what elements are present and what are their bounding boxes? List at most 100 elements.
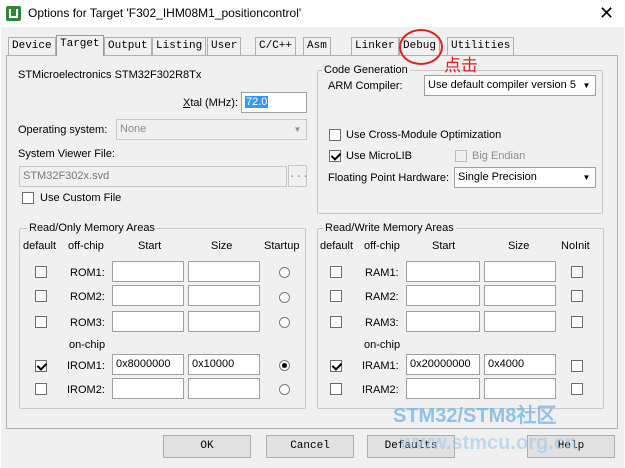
fp-hardware-label: Floating Point Hardware: [328,172,450,184]
rw-header-noinit: NoInit [561,240,590,252]
fp-hardware-select[interactable]: Single Precision ▼ [454,167,596,188]
tab-asm[interactable]: Asm [303,37,331,55]
ram1-label: RAM1: [365,267,399,279]
cross-module-checkbox[interactable] [329,129,341,141]
irom1-startup-radio[interactable] [279,360,290,371]
os-select[interactable]: None ▼ [116,119,307,140]
cross-module-label: Use Cross-Module Optimization [346,129,502,141]
annotation-label: 点击 [444,56,478,75]
cancel-button[interactable]: Cancel [266,435,354,458]
rom3-label: ROM3: [70,317,105,329]
ram2-label: RAM2: [365,291,399,303]
chevron-down-icon: ▼ [293,125,302,134]
ro-header-start: Start [138,240,162,252]
rw-header-offchip: off-chip [364,240,400,252]
iram2-default-checkbox[interactable] [330,383,342,395]
tab-c-cpp[interactable]: C/C++ [255,37,297,55]
tab-device[interactable]: Device [8,37,56,55]
window-title: Options for Target 'F302_IHM08M1_positio… [28,6,302,20]
ram3-label: RAM3: [365,317,399,329]
rom1-size-input[interactable] [188,261,260,282]
iram2-size-input[interactable] [484,378,556,399]
rw-header-start: Start [432,240,456,252]
microlib-label: Use MicroLIB [346,150,413,162]
ram3-start-input[interactable] [406,311,480,332]
irom1-default-checkbox[interactable] [35,360,47,372]
ram2-default-checkbox[interactable] [330,290,342,302]
tab-linker[interactable]: Linker [351,37,399,55]
iram2-start-input[interactable] [406,378,480,399]
watermark-url: www.stmcu.org.cn [400,432,578,454]
chevron-down-icon: ▼ [582,173,591,182]
irom2-label: IROM2: [67,384,105,396]
rom2-startup-radio[interactable] [279,292,290,303]
xtal-label: Xtal (MHz): [183,97,239,109]
big-endian-checkbox[interactable] [455,150,467,162]
rom1-default-checkbox[interactable] [35,266,47,278]
irom2-size-input[interactable] [188,378,260,399]
rom1-startup-radio[interactable] [279,267,290,278]
iram2-noinit-checkbox[interactable] [571,383,583,395]
ram1-start-input[interactable] [406,261,480,282]
ok-button[interactable]: OK [163,435,251,458]
rom2-default-checkbox[interactable] [35,290,47,302]
svd-input[interactable]: STM32F302x.svd [19,166,287,187]
ram3-default-checkbox[interactable] [330,316,342,328]
ram2-size-input[interactable] [484,285,556,306]
irom2-startup-radio[interactable] [279,384,290,395]
rom1-label: ROM1: [70,267,105,279]
rom2-label: ROM2: [70,291,105,303]
big-endian-label: Big Endian [472,150,526,162]
tab-output[interactable]: Output [104,37,152,55]
watermark: STM32/STM8社区 [393,405,557,427]
ram1-default-checkbox[interactable] [330,266,342,278]
iram1-start-input[interactable]: 0x20000000 [406,354,480,375]
svd-browse-button[interactable]: ... [288,165,309,187]
ro-memory-title: Read/Only Memory Areas [27,222,157,234]
tab-target[interactable]: Target [56,35,104,56]
irom1-size-input[interactable]: 0x10000 [188,354,260,375]
custom-file-checkbox[interactable] [22,192,34,204]
ram1-noinit-checkbox[interactable] [571,266,583,278]
code-generation-title: Code Generation [322,64,410,76]
ram3-noinit-checkbox[interactable] [571,316,583,328]
arm-compiler-select[interactable]: Use default compiler version 5 ▼ [424,75,596,96]
rom1-start-input[interactable] [112,261,184,282]
device-name: STMicroelectronics STM32F302R8Tx [18,69,202,81]
iram1-label: IRAM1: [362,360,399,372]
iram2-label: IRAM2: [362,384,399,396]
ram2-start-input[interactable] [406,285,480,306]
xtal-input[interactable]: 72.0 [241,92,307,113]
tab-user[interactable]: User [207,37,242,55]
microlib-checkbox[interactable] [329,150,341,162]
tab-listing[interactable]: Listing [152,37,207,55]
svd-label: System Viewer File: [18,148,115,160]
annotation-circle [399,29,443,65]
ro-header-offchip: off-chip [68,240,104,252]
iram1-noinit-checkbox[interactable] [571,360,583,372]
rom2-size-input[interactable] [188,285,260,306]
ram3-size-input[interactable] [484,311,556,332]
irom1-label: IROM1: [67,360,105,372]
irom2-default-checkbox[interactable] [35,383,47,395]
rom2-start-input[interactable] [112,285,184,306]
close-icon[interactable]: ✕ [594,2,619,24]
rw-memory-title: Read/Write Memory Areas [323,222,456,234]
rom3-size-input[interactable] [188,311,260,332]
iram1-default-checkbox[interactable] [330,360,342,372]
ro-header-size: Size [211,240,233,252]
chevron-down-icon: ▼ [582,81,591,90]
custom-file-label: Use Custom File [40,192,122,204]
ram1-size-input[interactable] [484,261,556,282]
os-label: Operating system: [18,124,108,136]
rom3-startup-radio[interactable] [279,317,290,328]
rom3-start-input[interactable] [112,311,184,332]
rom3-default-checkbox[interactable] [35,316,47,328]
rw-onchip-label: on-chip [364,339,401,351]
irom2-start-input[interactable] [112,378,184,399]
iram1-size-input[interactable]: 0x4000 [484,354,556,375]
irom1-start-input[interactable]: 0x8000000 [112,354,184,375]
ram2-noinit-checkbox[interactable] [571,290,583,302]
rw-header-size: Size [508,240,530,252]
title-bar: Options for Target 'F302_IHM08M1_positio… [0,0,625,27]
